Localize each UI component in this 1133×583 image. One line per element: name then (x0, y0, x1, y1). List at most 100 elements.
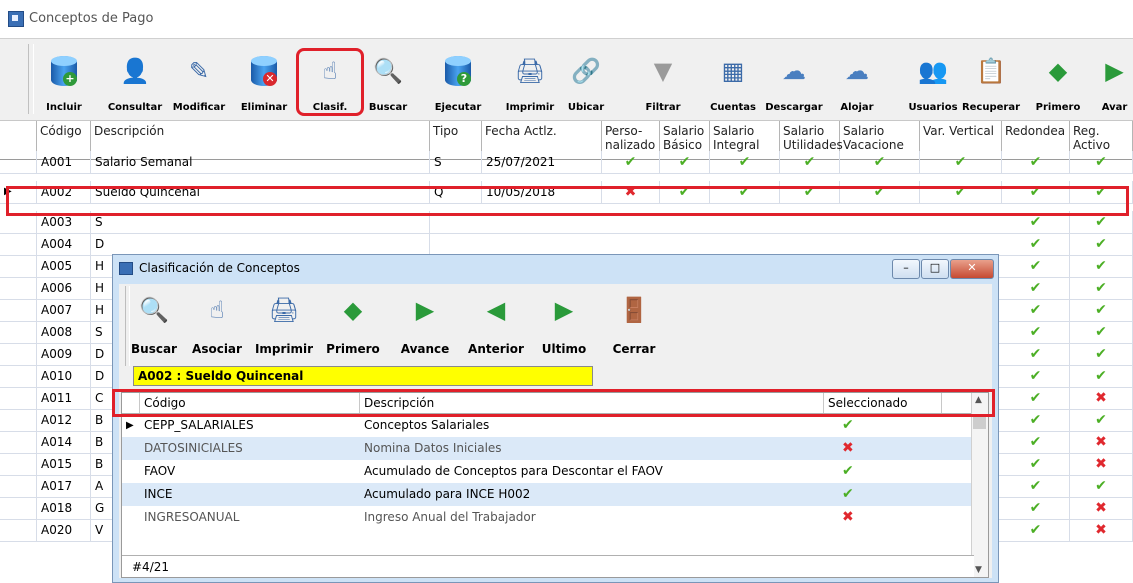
filtrar-button[interactable]: ▼ Filtrar (636, 40, 690, 118)
row-indicator (0, 519, 37, 541)
printer-icon: 🖨 (514, 57, 546, 85)
selected-row-highlight (6, 186, 1129, 216)
cell-descripcion: Acumulado para INCE H002 (364, 487, 531, 501)
cell-reg: ✔ (1070, 321, 1133, 343)
toolbar-label: Buscar (368, 102, 408, 113)
ubicar-button[interactable]: 🔗 Ubicar (566, 40, 606, 118)
anterior-button[interactable]: ◀ Anterior (459, 284, 533, 366)
check-icon: ✔ (1029, 412, 1042, 428)
usuarios-button[interactable]: 👥 Usuarios (896, 40, 970, 118)
dialog-app-icon (119, 262, 133, 275)
minimize-button[interactable]: – (892, 259, 920, 279)
toolbar-label: Incluir (46, 102, 82, 113)
next-record-icon: ▶ (415, 296, 435, 324)
check-icon: ✔ (1029, 214, 1042, 230)
list-item[interactable]: DATOSINICIALES Nomina Datos Iniciales ✖ (122, 437, 974, 460)
ultimo-button[interactable]: ▶ Ultimo (533, 284, 595, 366)
check-icon: ✔ (1029, 236, 1042, 252)
cell-codigo: A020 (37, 519, 91, 541)
add-database-icon: + (47, 54, 81, 88)
cell-reg: ✖ (1070, 519, 1133, 541)
eliminar-button[interactable]: ✕ Eliminar (236, 40, 292, 118)
table-row[interactable]: A004 D ✔ ✔ (0, 233, 1133, 256)
row-indicator (0, 431, 37, 453)
avance-button[interactable]: ▶ Avance (391, 284, 459, 366)
list-item[interactable]: INCE Acumulado para INCE H002 ✔ (122, 483, 974, 506)
cuentas-button[interactable]: ▦ Cuentas (700, 40, 766, 118)
cell-red: ✔ (1002, 431, 1070, 453)
avar-button[interactable]: ▶ Avar (1096, 40, 1133, 118)
toolbar-grip[interactable] (28, 44, 34, 114)
cell-reg: ✖ (1070, 387, 1133, 409)
toolbar-label: Usuarios (908, 102, 958, 113)
cell-codigo: A010 (37, 365, 91, 387)
table-row[interactable]: A001 Salario Semanal S 25/07/2021 ✔ ✔ ✔ ✔ ✔ ✔ ✔ ✔ (0, 151, 1133, 174)
list-item[interactable]: FAOV Acumulado de Conceptos para Desconta… (122, 460, 974, 483)
modificar-button[interactable]: ✎ Modificar (168, 40, 230, 118)
dialog-title-bar[interactable]: Clasificación de Conceptos – □ ✕ (113, 255, 998, 281)
check-icon: ✔ (1029, 302, 1042, 318)
cell-seleccionado[interactable]: ✖ (824, 506, 942, 529)
descargar-button[interactable]: ☁ Descargar (764, 40, 824, 118)
classification-grid: Código Descripción Seleccionado ▶ CEPP_SA… (121, 392, 989, 578)
classification-dialog: Clasificación de Conceptos – □ ✕ 🔍 Buscar… (112, 254, 999, 583)
cell-seleccionado[interactable]: ✔ (824, 414, 942, 437)
cell-codigo: A012 (37, 409, 91, 431)
primero-button[interactable]: ◆ Primero (317, 284, 389, 366)
check-icon: ✔ (1095, 346, 1107, 362)
cell-perso: ✔ (602, 151, 660, 173)
check-icon: ✔ (1029, 154, 1042, 170)
check-icon: ✔ (1095, 478, 1107, 494)
buscar-button[interactable]: 🔍 Buscar (364, 40, 412, 118)
scroll-down-icon[interactable]: ▼ (975, 565, 982, 575)
window-title: Conceptos de Pago (29, 11, 154, 26)
cell-seleccionado[interactable]: ✔ (824, 460, 942, 483)
scroll-thumb[interactable] (973, 415, 986, 429)
alojar-button[interactable]: ☁ Alojar (832, 40, 882, 118)
check-icon: ✔ (1029, 258, 1042, 274)
close-button[interactable]: ✕ (950, 259, 994, 279)
recuperar-button[interactable]: 📋 Recuperar (960, 40, 1022, 118)
check-icon: ✔ (954, 154, 967, 170)
cell-reg: ✔ (1070, 409, 1133, 431)
cell-codigo: INCE (144, 487, 173, 501)
vertical-scrollbar[interactable]: ▲ ▼ (971, 393, 988, 577)
row-indicator (0, 475, 37, 497)
cell-codigo: A005 (37, 255, 91, 277)
row-indicator (0, 321, 37, 343)
imprimir-button[interactable]: 🖨 Imprimir (498, 40, 562, 118)
asociar-button[interactable]: ☝ Asociar (185, 284, 249, 366)
cross-icon: ✖ (1095, 522, 1107, 538)
cell-seleccionado[interactable]: ✖ (824, 437, 942, 460)
toolbar-label: Avance (400, 342, 450, 356)
toolbar-label: Filtrar (645, 102, 681, 113)
list-item[interactable]: ▶ CEPP_SALARIALES Conceptos Salariales ✔ (122, 414, 974, 437)
consultar-button[interactable]: 👤 Consultar (100, 40, 170, 118)
cell-codigo: A001 (37, 151, 91, 173)
dialog-selected-row-highlight (112, 389, 995, 417)
row-indicator (0, 365, 37, 387)
cell-si: ✔ (710, 151, 780, 173)
cell-codigo: CEPP_SALARIALES (144, 418, 254, 432)
list-item[interactable]: INGRESOANUAL Ingreso Anual del Trabajador… (122, 506, 974, 529)
cell-vv: ✔ (920, 151, 1002, 173)
last-record-icon: ▶ (554, 296, 574, 324)
cell-reg: ✔ (1070, 255, 1133, 277)
ejecutar-button[interactable]: ? Ejecutar (430, 40, 486, 118)
toolbar-label: Consultar (107, 102, 163, 113)
buscar-button[interactable]: 🔍 Buscar (125, 284, 183, 366)
cerrar-button[interactable]: 🚪 Cerrar (607, 284, 661, 366)
cloud-icon: ☁ (845, 57, 869, 85)
maximize-button[interactable]: □ (921, 259, 949, 279)
check-icon: ✔ (842, 417, 854, 433)
cell-seleccionado[interactable]: ✔ (824, 483, 942, 506)
primero-button[interactable]: ◆ Primero (1030, 40, 1086, 118)
cell-descripcion: Salario Semanal (91, 151, 430, 173)
incluir-button[interactable]: + Incluir (40, 40, 88, 118)
cell-fecha: 25/07/2021 (482, 151, 602, 173)
row-indicator: ▶ (126, 420, 134, 431)
edit-icon: ✎ (188, 57, 210, 85)
imprimir-button[interactable]: 🖨 Imprimir (251, 284, 317, 366)
app-icon (8, 11, 24, 27)
exit-door-icon: 🚪 (619, 296, 649, 324)
